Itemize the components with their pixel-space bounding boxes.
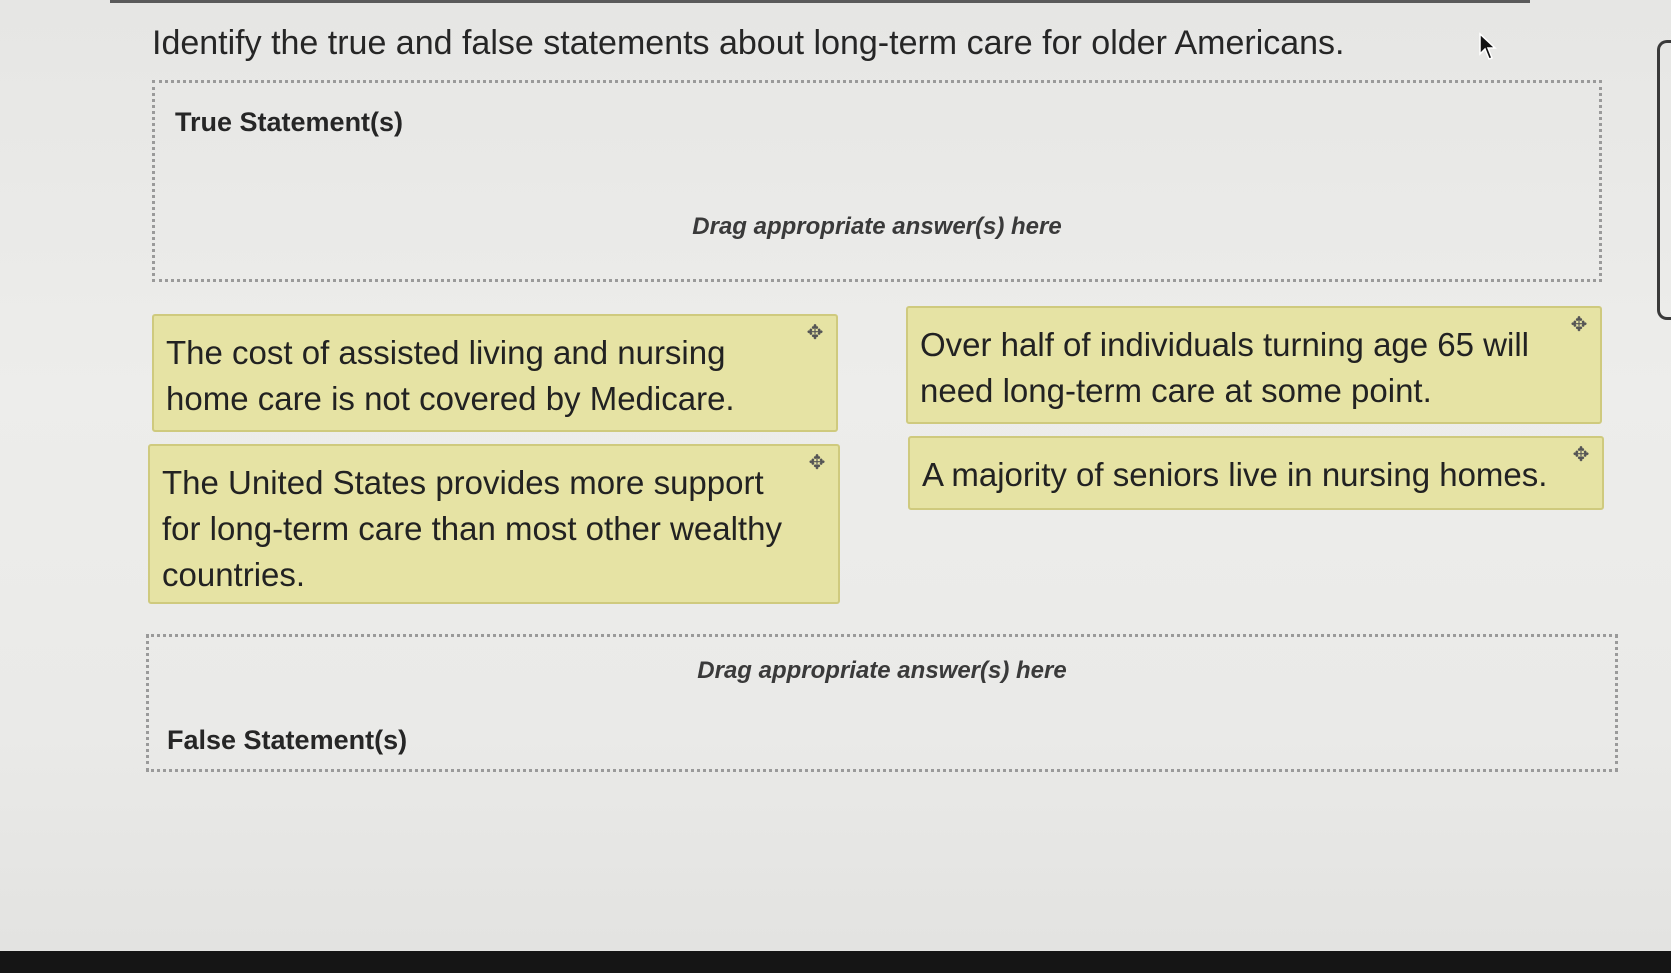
answer-card[interactable]: The cost of assisted living and nursing …: [152, 314, 838, 432]
false-statements-label: False Statement(s): [167, 725, 408, 755]
top-divider: [110, 0, 1530, 3]
true-statements-label: True Statement(s): [175, 107, 404, 137]
answer-card-text: The cost of assisted living and nursing …: [166, 334, 735, 417]
false-statements-dropzone[interactable]: Drag appropriate answer(s) here False St…: [146, 634, 1618, 772]
answer-card[interactable]: The United States provides more support …: [148, 444, 840, 604]
question-prompt: Identify the true and false statements a…: [152, 24, 1345, 62]
true-drop-hint: Drag appropriate answer(s) here: [692, 213, 1062, 240]
move-icon[interactable]: ✥: [1570, 444, 1592, 466]
answer-card-text: A majority of seniors live in nursing ho…: [922, 456, 1548, 493]
scrollbar[interactable]: [1657, 40, 1671, 320]
move-icon[interactable]: ✥: [1568, 314, 1590, 336]
answer-card[interactable]: A majority of seniors live in nursing ho…: [908, 436, 1604, 510]
answer-card[interactable]: Over half of individuals turning age 65 …: [906, 306, 1602, 424]
move-icon[interactable]: ✥: [804, 322, 826, 344]
move-icon[interactable]: ✥: [806, 452, 828, 474]
answer-card-text: Over half of individuals turning age 65 …: [920, 326, 1530, 409]
false-drop-hint: Drag appropriate answer(s) here: [697, 657, 1067, 684]
answer-card-text: The United States provides more support …: [162, 464, 782, 593]
mouse-pointer-icon: [1479, 32, 1497, 60]
true-statements-dropzone[interactable]: True Statement(s) Drag appropriate answe…: [152, 80, 1602, 282]
screen-bottom-bezel: [0, 951, 1671, 973]
